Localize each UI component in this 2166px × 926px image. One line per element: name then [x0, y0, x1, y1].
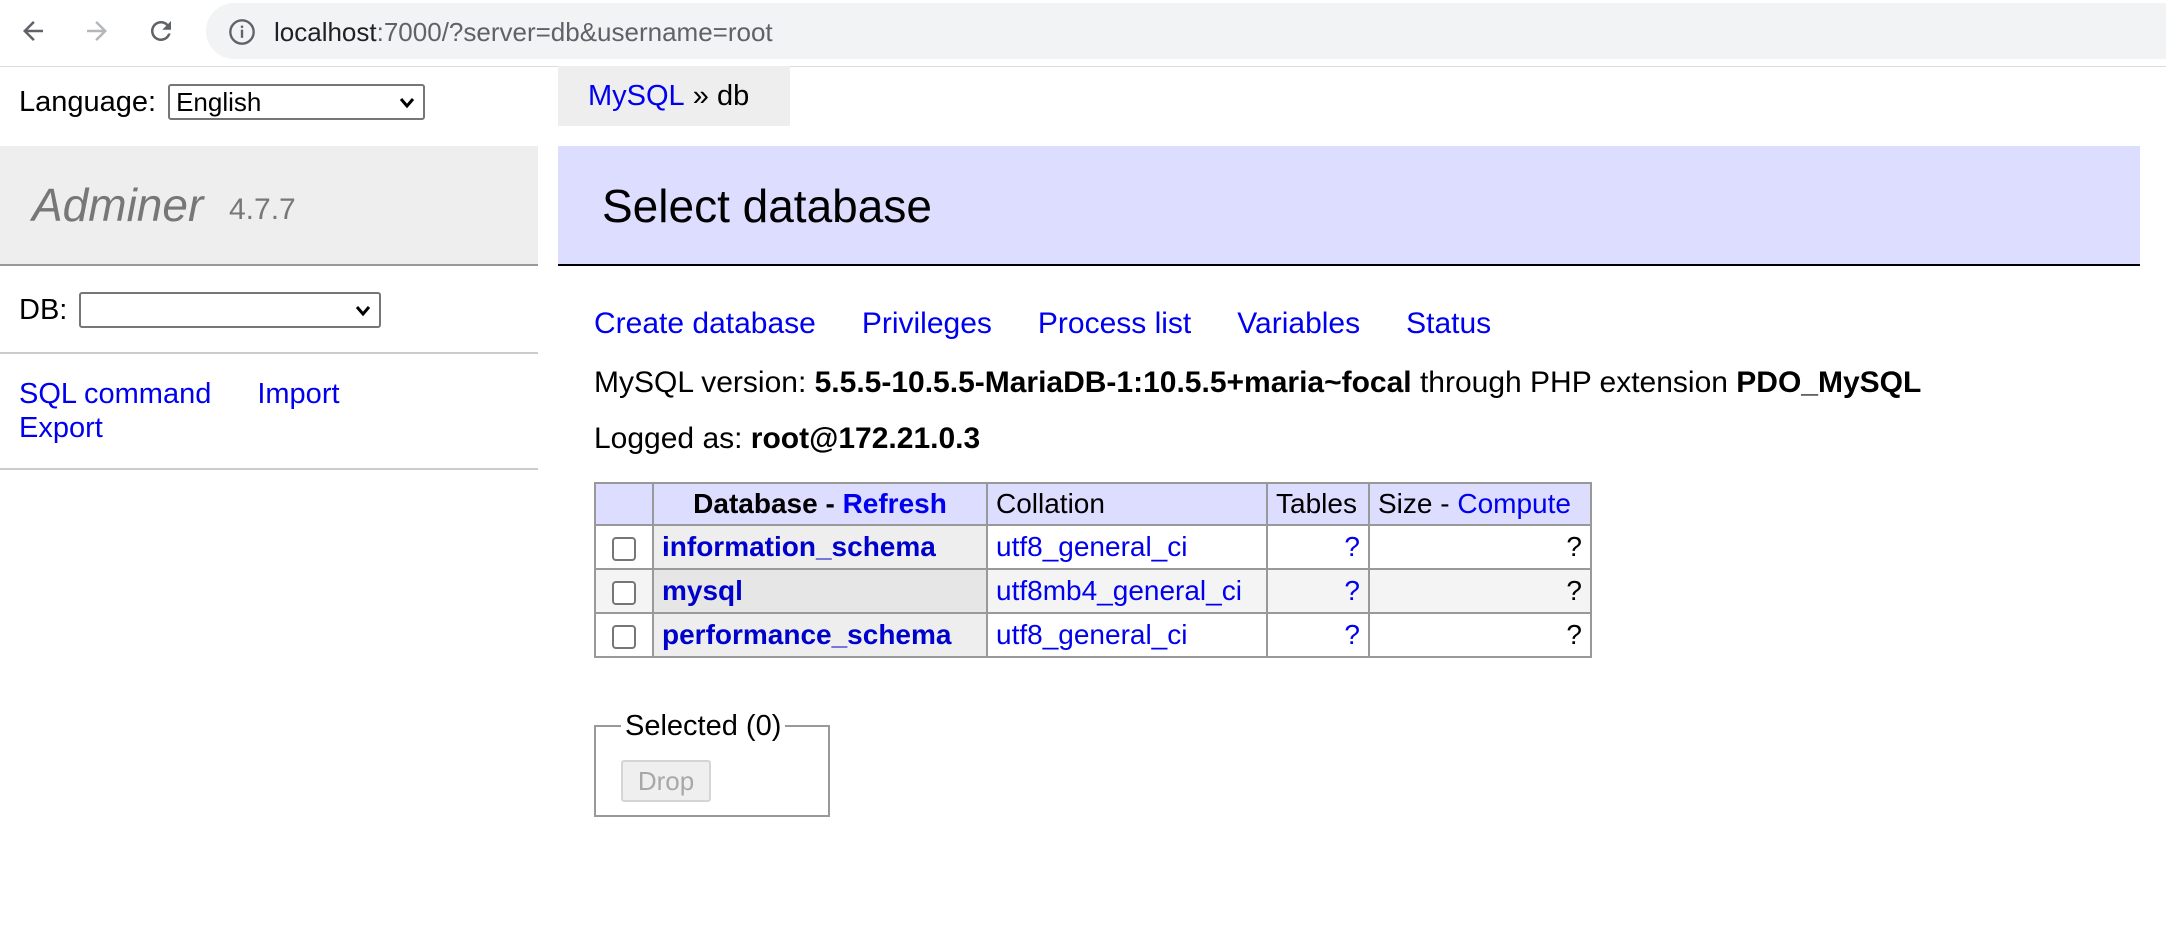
- row-checkbox-cell: [594, 612, 654, 658]
- table-row: performance_schema utf8_general_ci ? ?: [594, 612, 1592, 658]
- reload-icon: [151, 21, 171, 41]
- breadcrumb: MySQL » db: [558, 66, 790, 126]
- tables-cell: ?: [1266, 524, 1370, 570]
- sidebar-divider: [0, 352, 538, 354]
- database-link[interactable]: performance_schema: [662, 619, 951, 650]
- forward-button[interactable]: [74, 8, 120, 54]
- sidebar-links: SQL command Import Export: [19, 377, 340, 445]
- url-host: localhost: [274, 17, 377, 47]
- version-number: 4.7.7: [229, 193, 296, 226]
- privileges-link[interactable]: Privileges: [862, 307, 992, 340]
- collation-column-header: Collation: [986, 482, 1268, 526]
- drop-button[interactable]: Drop: [621, 760, 711, 802]
- selected-fieldset: Selected (0) Drop: [594, 710, 830, 817]
- database-header-label: Database -: [693, 488, 843, 519]
- size-column-header: Size - Compute: [1368, 482, 1592, 526]
- database-link[interactable]: information_schema: [662, 531, 936, 562]
- compute-link[interactable]: Compute: [1457, 488, 1571, 519]
- select-all-header: [594, 482, 654, 526]
- version-prefix: MySQL version:: [594, 366, 815, 399]
- collation-link[interactable]: utf8_general_ci: [996, 619, 1187, 650]
- php-extension: PDO_MySQL: [1736, 366, 1922, 399]
- forward-icon: [87, 21, 107, 41]
- table-row: information_schema utf8_general_ci ? ?: [594, 524, 1592, 570]
- process-list-link[interactable]: Process list: [1038, 307, 1191, 340]
- db-label: DB:: [19, 293, 68, 326]
- sidebar-divider: [0, 468, 538, 470]
- server-version: 5.5.5-10.5.5-MariaDB-1:10.5.5+maria~foca…: [814, 366, 1412, 399]
- database-name-cell: performance_schema: [652, 612, 988, 658]
- db-select[interactable]: [79, 292, 382, 328]
- content-header: Select database: [558, 146, 2140, 266]
- server-version-line: MySQL version: 5.5.5-10.5.5-MariaDB-1:10…: [594, 366, 1921, 400]
- language-label: Language:: [19, 85, 157, 118]
- size-header-label: Size -: [1378, 488, 1458, 519]
- variables-link[interactable]: Variables: [1237, 307, 1360, 340]
- refresh-link[interactable]: Refresh: [843, 488, 947, 519]
- export-link[interactable]: Export: [19, 412, 103, 444]
- version-middle: through PHP extension: [1411, 366, 1737, 399]
- row-checkbox-cell: [594, 568, 654, 614]
- action-links: Create database Privileges Process list Var…: [594, 307, 1537, 341]
- breadcrumb-mysql-link[interactable]: MySQL: [588, 80, 685, 113]
- brand-link[interactable]: Adminer: [32, 178, 203, 232]
- sql-command-link[interactable]: SQL command: [19, 378, 211, 410]
- import-link[interactable]: Import: [257, 378, 339, 410]
- size-cell: ?: [1368, 568, 1592, 614]
- status-link[interactable]: Status: [1406, 307, 1491, 340]
- row-checkbox[interactable]: [612, 580, 636, 605]
- table-header-row: Database - Refresh Collation Tables Size…: [594, 482, 1592, 526]
- row-checkbox-cell: [594, 524, 654, 570]
- tables-cell: ?: [1266, 568, 1370, 614]
- database-name-cell: information_schema: [652, 524, 988, 570]
- collation-link[interactable]: utf8_general_ci: [996, 531, 1187, 562]
- tables-column-header: Tables: [1266, 482, 1370, 526]
- chevron-down-icon: [356, 306, 371, 317]
- brand-box: Adminer 4.7.7: [0, 146, 538, 266]
- breadcrumb-separator: »: [692, 79, 709, 112]
- tables-count-link[interactable]: ?: [1344, 575, 1360, 606]
- tables-count-link[interactable]: ?: [1344, 531, 1360, 562]
- collation-cell: utf8_general_ci: [986, 612, 1268, 658]
- size-cell: ?: [1368, 524, 1592, 570]
- info-icon[interactable]: [228, 18, 256, 46]
- database-link[interactable]: mysql: [662, 575, 743, 606]
- address-bar[interactable]: localhost:7000/?server=db&username=root: [206, 3, 2166, 59]
- create-database-link[interactable]: Create database: [594, 307, 816, 340]
- language-row: Language: English: [19, 82, 426, 122]
- db-row: DB:: [19, 290, 382, 330]
- back-icon: [23, 21, 43, 41]
- database-column-header: Database - Refresh: [652, 482, 988, 526]
- tables-cell: ?: [1266, 612, 1370, 658]
- databases-table: Database - Refresh Collation Tables Size…: [594, 482, 1592, 658]
- size-cell: ?: [1368, 612, 1592, 658]
- breadcrumb-current: db: [716, 79, 750, 112]
- chevron-down-icon: [399, 98, 415, 109]
- page-title: Select database: [602, 180, 932, 232]
- row-checkbox[interactable]: [612, 536, 636, 561]
- reload-button[interactable]: [138, 8, 184, 54]
- logged-prefix: Logged as:: [594, 422, 751, 455]
- tables-count-link[interactable]: ?: [1344, 619, 1360, 650]
- browser-toolbar: localhost:7000/?server=db&username=root: [0, 0, 2166, 67]
- language-select-value: English: [176, 86, 262, 117]
- url-path: :7000/?server=db&username=root: [376, 17, 773, 47]
- url-text: localhost:7000/?server=db&username=root: [274, 17, 773, 48]
- logged-as-line: Logged as: root@172.21.0.3: [594, 422, 980, 456]
- table-row: mysql utf8mb4_general_ci ? ?: [594, 568, 1592, 614]
- database-name-cell: mysql: [652, 568, 988, 614]
- selected-legend: Selected (0): [621, 710, 786, 743]
- collation-cell: utf8_general_ci: [986, 524, 1268, 570]
- logged-user: root@172.21.0.3: [750, 422, 981, 455]
- language-select[interactable]: English: [168, 84, 426, 120]
- collation-cell: utf8mb4_general_ci: [986, 568, 1268, 614]
- back-button[interactable]: [10, 8, 56, 54]
- collation-link[interactable]: utf8mb4_general_ci: [996, 575, 1242, 606]
- row-checkbox[interactable]: [612, 624, 636, 649]
